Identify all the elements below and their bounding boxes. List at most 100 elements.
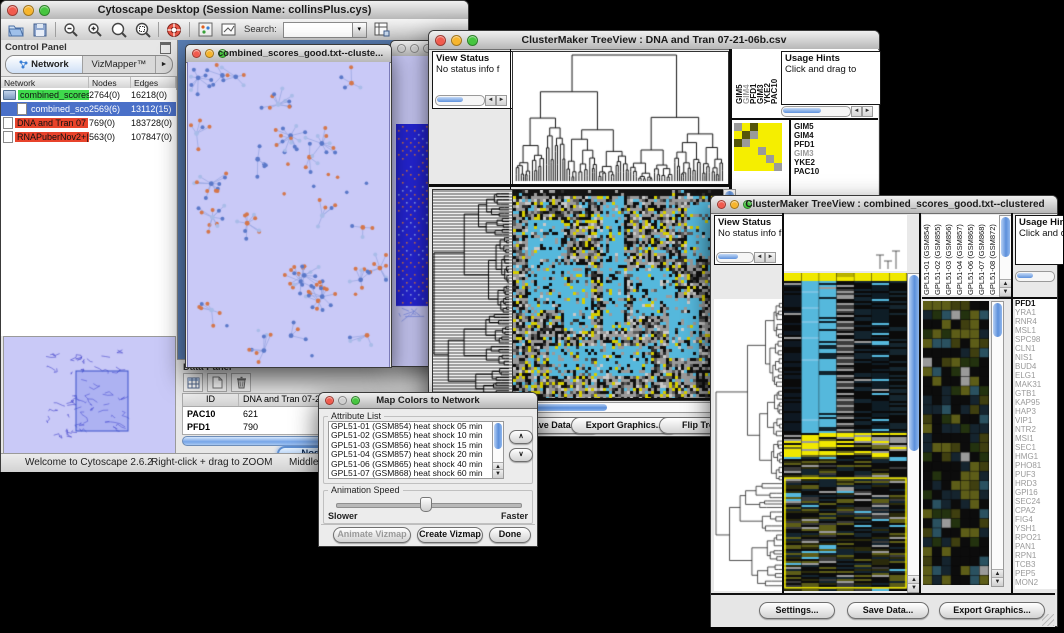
column-label[interactable]: GPL51-08 (GSM872)	[988, 215, 999, 295]
gene-label[interactable]: GIM5	[794, 122, 874, 131]
column-label[interactable]: PAC10	[770, 51, 777, 104]
move-up-button[interactable]: ∧	[509, 430, 533, 444]
gene-label[interactable]: SEC1	[1015, 443, 1057, 452]
network-list-row[interactable]: RNAPuberNov2+| 563(0) 107847(0)	[1, 130, 176, 144]
column-label[interactable]: GPL51-03 (GSM856)	[944, 215, 955, 295]
gene-label[interactable]: TCB3	[1015, 560, 1057, 569]
treeview1-heatmap[interactable]	[512, 189, 724, 401]
minimize-button[interactable]	[205, 49, 214, 58]
gene-label[interactable]: MSI1	[1015, 434, 1057, 443]
gene-label[interactable]: ELG1	[1015, 371, 1057, 380]
gene-label[interactable]: MSL1	[1015, 326, 1057, 335]
gene-label[interactable]: SPC98	[1015, 335, 1057, 344]
tab-vizmapper[interactable]: VizMapper™	[82, 56, 155, 73]
zoom-selected-icon[interactable]	[110, 21, 128, 38]
gene-label[interactable]: PAC10	[794, 167, 874, 176]
network-list-row[interactable]: combined_scores_ 2764(0) 16218(0)	[1, 88, 176, 102]
treeview2-title-bar[interactable]: ClusterMaker TreeView : combined_scores_…	[711, 196, 1057, 214]
treeview2-column-dendrogram[interactable]	[784, 215, 907, 271]
treeview2-zoom-scrollbar[interactable]: ▲ ▼	[991, 301, 1004, 587]
search-dropdown-icon[interactable]: ▾	[353, 22, 367, 38]
column-label[interactable]: YKE2	[763, 51, 770, 104]
scroll-right-icon[interactable]: ►	[862, 106, 873, 117]
gene-label[interactable]: BUD4	[1015, 362, 1057, 371]
tab-overflow-arrow[interactable]: ►	[155, 56, 172, 73]
scroll-down-icon[interactable]: ▼	[992, 577, 1003, 586]
gene-label[interactable]: PFD1	[1015, 299, 1057, 308]
help-lifering-icon[interactable]	[165, 21, 183, 38]
close-button[interactable]	[435, 35, 446, 46]
gene-label[interactable]: PUF3	[1015, 470, 1057, 479]
settings-button[interactable]: Settings...	[759, 602, 835, 619]
network-list-row[interactable]: combined_sco 2569(6) 13112(15)	[1, 102, 176, 116]
gene-label[interactable]: PEP5	[1015, 569, 1057, 578]
treeview1-title-bar[interactable]: ClusterMaker TreeView : DNA and Tran 07-…	[429, 31, 879, 50]
close-button[interactable]	[192, 49, 201, 58]
close-button[interactable]	[397, 44, 406, 53]
gene-label[interactable]: GTB1	[1015, 389, 1057, 398]
close-button[interactable]	[717, 200, 726, 209]
delete-attribute-icon[interactable]	[231, 373, 251, 392]
treeview1-row-dendrogram[interactable]	[432, 189, 513, 401]
save-data-button[interactable]: Save Data...	[847, 602, 929, 619]
attribute-browser-icon[interactable]	[373, 21, 391, 38]
view-status-scrollbar[interactable]: ◄ ►	[435, 95, 507, 106]
scroll-left-icon[interactable]: ◄	[851, 106, 862, 117]
column-label[interactable]: GPL51-06 (GSM865)	[966, 215, 977, 295]
gene-label[interactable]: YRA1	[1015, 308, 1057, 317]
column-label[interactable]: GIM4	[742, 51, 749, 104]
close-button[interactable]	[7, 5, 18, 16]
gene-label[interactable]: MON2	[1015, 578, 1057, 587]
scroll-right-icon[interactable]: ►	[496, 95, 507, 106]
search-input[interactable]	[283, 22, 353, 38]
new-attribute-icon[interactable]	[207, 373, 227, 392]
gene-label[interactable]: HAP3	[1015, 407, 1057, 416]
zoom-fit-icon[interactable]	[134, 21, 152, 38]
birdseye-view[interactable]	[3, 336, 176, 454]
gene-label[interactable]: HMG1	[1015, 452, 1057, 461]
dialog-title-bar[interactable]: Map Colors to Network	[319, 393, 537, 409]
column-label[interactable]: GIM5	[735, 51, 742, 104]
attribute-list-item[interactable]: GPL51-07 (GSM868) heat shock 60 min	[331, 469, 495, 478]
gene-label[interactable]: GIM4	[794, 131, 874, 140]
minimize-button[interactable]	[23, 5, 34, 16]
network-view-window[interactable]: combined_scores_good.txt--cluste...	[185, 44, 392, 368]
annotation-icon[interactable]	[220, 21, 238, 38]
zoom-in-icon[interactable]	[86, 21, 104, 38]
scroll-left-icon[interactable]: ◄	[754, 252, 765, 263]
gene-label[interactable]: FIG4	[1015, 515, 1057, 524]
treeview1-column-dendrogram[interactable]	[512, 51, 729, 185]
scroll-left-icon[interactable]: ◄	[485, 95, 496, 106]
move-down-button[interactable]: ∨	[509, 448, 533, 462]
treeview2-zoom-heatmap[interactable]	[923, 301, 989, 585]
column-label[interactable]: GPL51-01 (GSM854)	[922, 215, 933, 295]
minimize-button[interactable]	[451, 35, 462, 46]
network-window-title-bar[interactable]: combined_scores_good.txt--cluste...	[186, 45, 391, 63]
gene-label[interactable]: PHO81	[1015, 461, 1057, 470]
done-button[interactable]: Done	[489, 527, 531, 543]
treeview1-mini-heatmap[interactable]	[734, 123, 782, 171]
map-colors-dialog[interactable]: Map Colors to Network Attribute List GPL…	[318, 392, 538, 547]
scroll-right-icon[interactable]: ►	[765, 252, 776, 263]
gene-label[interactable]: PFD1	[794, 140, 874, 149]
gene-label[interactable]: CLN1	[1015, 344, 1057, 353]
column-label[interactable]: GPL51-07 (GSM868)	[977, 215, 988, 295]
network-list-row[interactable]: DNA and Tran 07 769(0) 183728(0)	[1, 116, 176, 130]
float-panel-icon[interactable]	[160, 42, 171, 54]
export-graphics-button[interactable]: Export Graphics...	[939, 602, 1045, 619]
gene-label[interactable]: GIM3	[794, 149, 874, 158]
minimize-button[interactable]	[410, 44, 419, 53]
column-label[interactable]: GIM3	[756, 51, 763, 104]
gene-label[interactable]: RPN1	[1015, 551, 1057, 560]
close-button[interactable]	[325, 396, 334, 405]
main-title-bar[interactable]: Cytoscape Desktop (Session Name: collins…	[1, 1, 468, 20]
usage-hints-scrollbar[interactable]	[1015, 271, 1055, 282]
scroll-down-icon[interactable]: ▼	[1000, 287, 1011, 296]
scroll-down-icon[interactable]: ▼	[493, 469, 503, 478]
gene-label[interactable]: NIS1	[1015, 353, 1057, 362]
gene-label[interactable]: MAK31	[1015, 380, 1057, 389]
save-session-button[interactable]	[31, 21, 49, 38]
treeview1-hscrollbar[interactable]	[512, 402, 735, 413]
gene-label[interactable]: RPO21	[1015, 533, 1057, 542]
gene-label[interactable]: HRD3	[1015, 479, 1057, 488]
